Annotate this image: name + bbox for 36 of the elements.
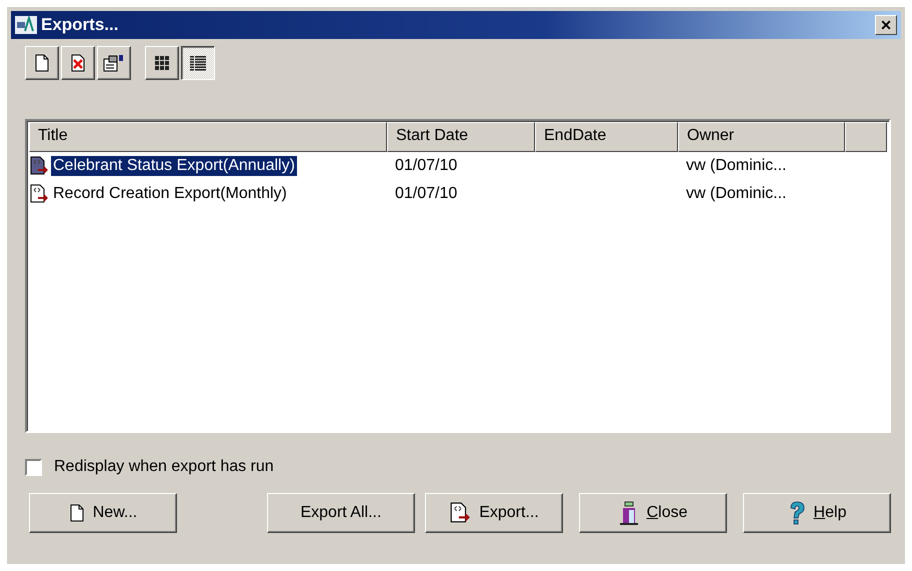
properties-button[interactable] bbox=[97, 46, 131, 80]
table-cell-text: vw (Dominic... bbox=[685, 157, 788, 175]
grid-icon bbox=[154, 55, 170, 71]
column-header[interactable]: Owner bbox=[678, 122, 845, 152]
delete-button[interactable] bbox=[61, 46, 95, 80]
export-all-button[interactable]: Export All... bbox=[266, 493, 415, 533]
column-header[interactable]: Title bbox=[29, 122, 387, 152]
help-icon bbox=[788, 501, 806, 525]
checkbox[interactable] bbox=[25, 458, 42, 476]
table-cell-text: 01/07/10 bbox=[394, 185, 458, 203]
close-icon[interactable]: × bbox=[875, 15, 897, 35]
blank-page-icon bbox=[34, 54, 50, 72]
new-button[interactable]: New... bbox=[29, 493, 177, 533]
checkbox-label[interactable]: Redisplay when export has run bbox=[54, 458, 274, 476]
details-view-button[interactable] bbox=[181, 46, 215, 80]
table-cell-text: vw (Dominic... bbox=[685, 185, 788, 203]
icons-view-button[interactable] bbox=[145, 46, 179, 80]
document-export-icon bbox=[449, 502, 472, 524]
document-export-icon bbox=[29, 184, 49, 204]
document-export-icon bbox=[29, 156, 49, 176]
blank-page-icon bbox=[68, 504, 85, 522]
page-with-cross-icon bbox=[70, 54, 86, 72]
door-icon bbox=[618, 501, 639, 525]
app-logo-icon bbox=[15, 16, 37, 34]
column-header[interactable]: Start Date bbox=[387, 122, 535, 152]
help-button[interactable]: Help bbox=[743, 493, 891, 533]
close-button[interactable]: Close bbox=[579, 493, 728, 533]
new-button[interactable] bbox=[25, 46, 59, 80]
table-cell-text: 01/07/10 bbox=[394, 157, 458, 175]
export-title[interactable]: Celebrant Status Export(Annually) bbox=[51, 156, 297, 176]
export-title[interactable]: Record Creation Export(Monthly) bbox=[51, 184, 289, 204]
list-icon bbox=[189, 55, 207, 71]
export-button[interactable]: Export... bbox=[424, 493, 564, 533]
window-title: Exports... bbox=[41, 15, 120, 35]
properties-icon bbox=[103, 54, 125, 72]
column-header[interactable]: EndDate bbox=[535, 122, 678, 152]
